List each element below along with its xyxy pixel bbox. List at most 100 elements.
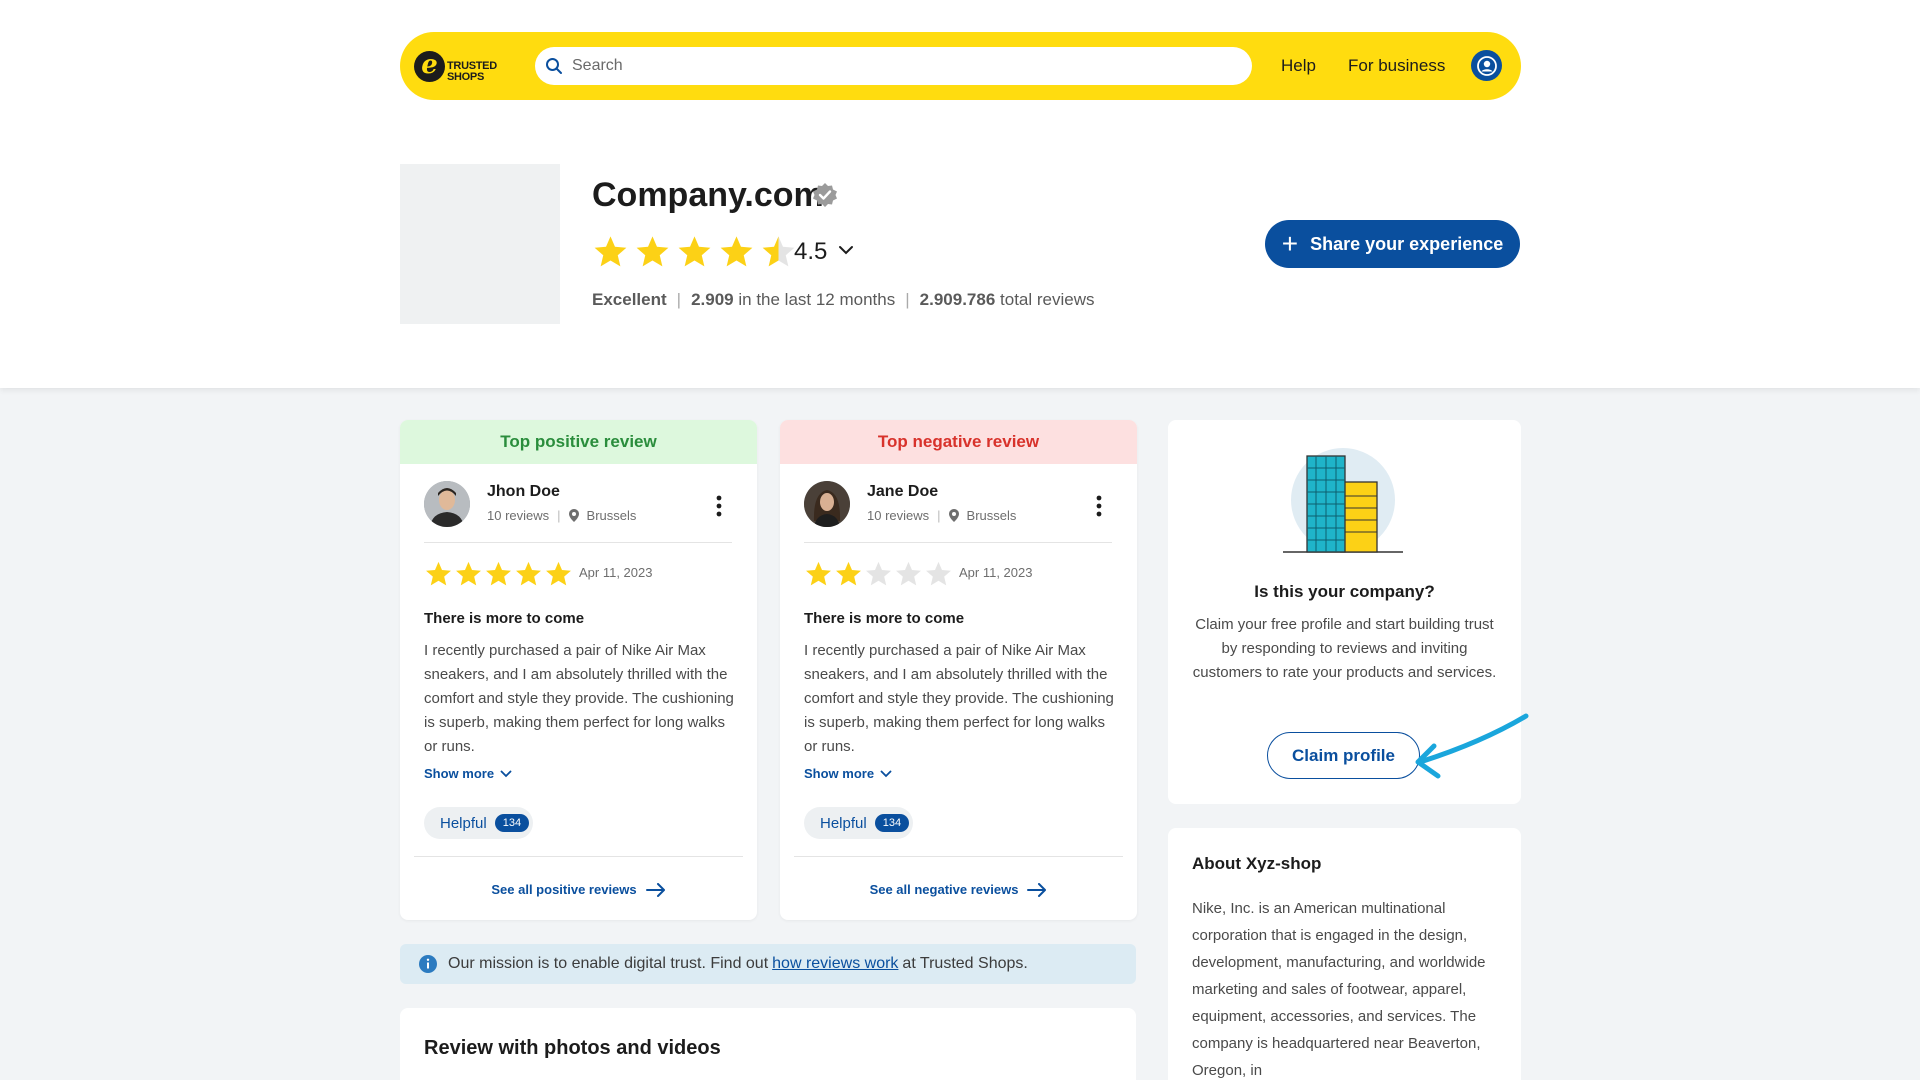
pin-icon bbox=[568, 509, 579, 522]
navbar: e TRUSTED SHOPS Help For business bbox=[400, 32, 1521, 100]
reviewer-meta: 10 reviews | Brussels bbox=[487, 508, 637, 523]
helpful-button[interactable]: Helpful 134 bbox=[424, 807, 534, 839]
claim-description: Claim your free profile and start buildi… bbox=[1192, 616, 1497, 681]
trusted-shops-logo[interactable]: e TRUSTED SHOPS bbox=[414, 46, 504, 86]
reviewer-review-count: 10 reviews bbox=[487, 508, 550, 523]
mission-banner: Our mission is to enable digital trust. … bbox=[400, 944, 1136, 984]
verified-icon bbox=[813, 183, 837, 207]
chevron-down-icon bbox=[500, 770, 512, 777]
star-icon bbox=[678, 236, 711, 267]
how-reviews-work-link[interactable]: how reviews work bbox=[772, 955, 898, 973]
about-title: About Xyz-shop bbox=[1192, 854, 1322, 873]
plus-icon: + bbox=[1281, 228, 1299, 259]
nav-help-link[interactable]: Help bbox=[1281, 56, 1316, 76]
star-icon bbox=[546, 561, 571, 586]
claim-profile-button[interactable]: Claim profile bbox=[1267, 732, 1420, 779]
helpful-count: 134 bbox=[874, 814, 910, 832]
star-icon bbox=[720, 236, 753, 267]
card-heading: Top negative review bbox=[780, 420, 1137, 464]
star-icon bbox=[456, 561, 481, 586]
top-positive-review-card: Top positive review Jhon Doe 10 reviews … bbox=[400, 420, 757, 920]
top-area: e TRUSTED SHOPS Help For business Compan… bbox=[0, 0, 1920, 388]
reviewer-review-count: 10 reviews bbox=[867, 508, 930, 523]
pin-icon bbox=[948, 509, 959, 522]
top-negative-review-card: Top negative review Jane Doe 10 reviews … bbox=[780, 420, 1137, 920]
review-body: I recently purchased a pair of Nike Air … bbox=[804, 642, 1114, 755]
show-more-link[interactable]: Show more bbox=[804, 766, 892, 781]
rating-summary: Excellent | 2.909 in the last 12 months … bbox=[592, 290, 1095, 309]
avatar[interactable] bbox=[804, 481, 850, 527]
company-name: Company.com bbox=[592, 176, 824, 214]
company-logo bbox=[400, 164, 560, 324]
review-stars bbox=[424, 560, 573, 589]
chevron-down-icon[interactable] bbox=[838, 244, 854, 256]
chevron-down-icon bbox=[880, 770, 892, 777]
divider bbox=[804, 542, 1112, 543]
search-bar[interactable] bbox=[535, 47, 1252, 85]
total-count: 2.909.786 bbox=[919, 290, 996, 309]
claim-title: Is this your company? bbox=[1254, 582, 1435, 601]
nav-for-business-link[interactable]: For business bbox=[1348, 56, 1445, 76]
info-icon bbox=[419, 955, 437, 973]
mission-text-before: Our mission is to enable digital trust. … bbox=[448, 955, 769, 972]
reviewer-name[interactable]: Jhon Doe bbox=[487, 483, 560, 501]
logo-text: TRUSTED SHOPS bbox=[447, 60, 497, 83]
building-icon bbox=[1283, 448, 1403, 553]
photos-section-title: Review with photos and videos bbox=[424, 1037, 721, 1059]
logo-mark: e bbox=[414, 50, 445, 82]
star-icon bbox=[836, 561, 861, 586]
card-heading: Top positive review bbox=[400, 420, 757, 464]
search-input[interactable] bbox=[572, 57, 1212, 75]
recent-count: 2.909 bbox=[691, 290, 734, 309]
star-icon bbox=[896, 561, 921, 586]
divider bbox=[424, 542, 732, 543]
reviewer: Jane Doe 10 reviews | Brussels bbox=[804, 481, 1116, 541]
share-experience-button[interactable]: + Share your experience bbox=[1265, 220, 1520, 268]
star-icon bbox=[866, 561, 891, 586]
see-all-negative-link[interactable]: See all negative reviews bbox=[780, 882, 1137, 897]
reviewer-location: Brussels bbox=[586, 508, 637, 523]
helpful-count: 134 bbox=[494, 814, 530, 832]
reviewer-meta: 10 reviews | Brussels bbox=[867, 508, 1017, 523]
kebab-menu-icon[interactable] bbox=[1096, 495, 1102, 517]
star-icon bbox=[594, 236, 627, 267]
star-icon bbox=[636, 236, 669, 267]
divider bbox=[794, 856, 1123, 857]
star-icon bbox=[926, 561, 951, 586]
mission-text-after: at Trusted Shops. bbox=[902, 955, 1028, 972]
reviewer-name[interactable]: Jane Doe bbox=[867, 483, 938, 501]
rating-label: Excellent bbox=[592, 290, 667, 309]
about-company-card: About Xyz-shop Nike, Inc. is an American… bbox=[1168, 828, 1521, 1080]
reviewer: Jhon Doe 10 reviews | Brussels bbox=[424, 481, 736, 541]
about-text: Nike, Inc. is an American multinational … bbox=[1192, 900, 1486, 1079]
avatar[interactable] bbox=[424, 481, 470, 527]
review-title: There is more to come bbox=[424, 610, 585, 627]
review-date: Apr 11, 2023 bbox=[959, 565, 1033, 580]
user-account-button[interactable] bbox=[1471, 50, 1502, 81]
review-body: I recently purchased a pair of Nike Air … bbox=[424, 642, 734, 755]
star-icon bbox=[486, 561, 511, 586]
search-icon bbox=[546, 58, 562, 74]
review-stars bbox=[804, 560, 953, 589]
review-title: There is more to come bbox=[804, 610, 965, 627]
divider bbox=[414, 856, 743, 857]
see-all-positive-link[interactable]: See all positive reviews bbox=[400, 882, 757, 897]
recent-suffix: in the last 12 months bbox=[738, 290, 896, 309]
arrow-right-icon bbox=[1027, 882, 1047, 897]
helpful-button[interactable]: Helpful 134 bbox=[804, 807, 914, 839]
annotation-arrow-icon bbox=[1415, 713, 1529, 779]
arrow-right-icon bbox=[645, 882, 665, 897]
star-icon bbox=[806, 561, 831, 586]
photos-videos-section: Review with photos and videos bbox=[400, 1008, 1136, 1080]
company-rating-value: 4.5 bbox=[794, 238, 828, 265]
reviewer-location: Brussels bbox=[966, 508, 1017, 523]
total-suffix: total reviews bbox=[1000, 290, 1095, 309]
show-more-link[interactable]: Show more bbox=[424, 766, 512, 781]
star-icon bbox=[426, 561, 451, 586]
user-icon bbox=[1476, 55, 1497, 76]
kebab-menu-icon[interactable] bbox=[716, 495, 722, 517]
star-icon bbox=[516, 561, 541, 586]
review-date: Apr 11, 2023 bbox=[579, 565, 653, 580]
star-icon bbox=[762, 236, 795, 267]
company-rating-stars bbox=[592, 234, 797, 271]
